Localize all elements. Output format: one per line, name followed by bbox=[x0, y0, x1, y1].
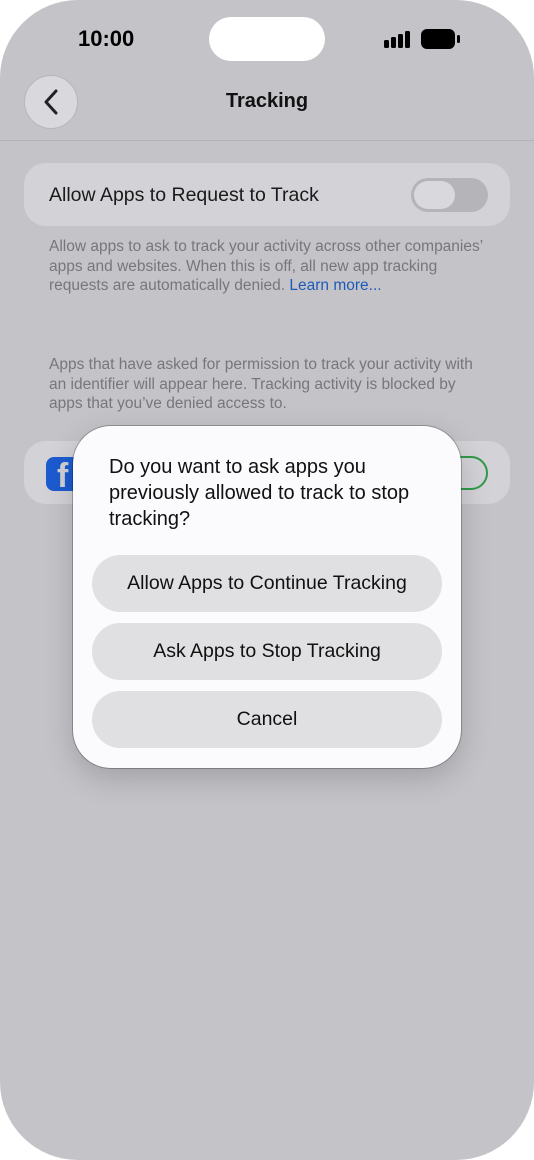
switch-knob bbox=[414, 181, 455, 209]
page-title: Tracking bbox=[225, 90, 309, 112]
learn-more-link[interactable]: Learn more... bbox=[289, 277, 381, 294]
permission-note: Apps that have asked for permission to t… bbox=[49, 356, 473, 412]
dynamic-island bbox=[209, 17, 325, 61]
nav-divider bbox=[0, 140, 534, 141]
status-time: 10:00 bbox=[78, 26, 135, 51]
allow-continue-tracking-button[interactable]: Allow Apps to Continue Tracking bbox=[92, 555, 442, 612]
stop-tracking-alert: Do you want to ask apps you previously a… bbox=[73, 426, 461, 768]
tracking-description: Allow apps to ask to track your activity… bbox=[49, 237, 489, 296]
signal-icon bbox=[384, 30, 412, 48]
allow-tracking-label: Allow Apps to Request to Track bbox=[49, 184, 319, 206]
ask-stop-tracking-button[interactable]: Ask Apps to Stop Tracking bbox=[92, 623, 442, 680]
phone-screen: 10:00 Tracking Allow Apps to Request to … bbox=[0, 0, 534, 1160]
allow-tracking-row: Allow Apps to Request to Track bbox=[24, 163, 510, 226]
alert-message: Do you want to ask apps you previously a… bbox=[109, 456, 410, 530]
cancel-button[interactable]: Cancel bbox=[92, 691, 442, 748]
description-text: Allow apps to ask to track your activity… bbox=[49, 238, 483, 294]
battery-icon bbox=[421, 29, 461, 49]
allow-tracking-switch[interactable] bbox=[411, 178, 488, 212]
